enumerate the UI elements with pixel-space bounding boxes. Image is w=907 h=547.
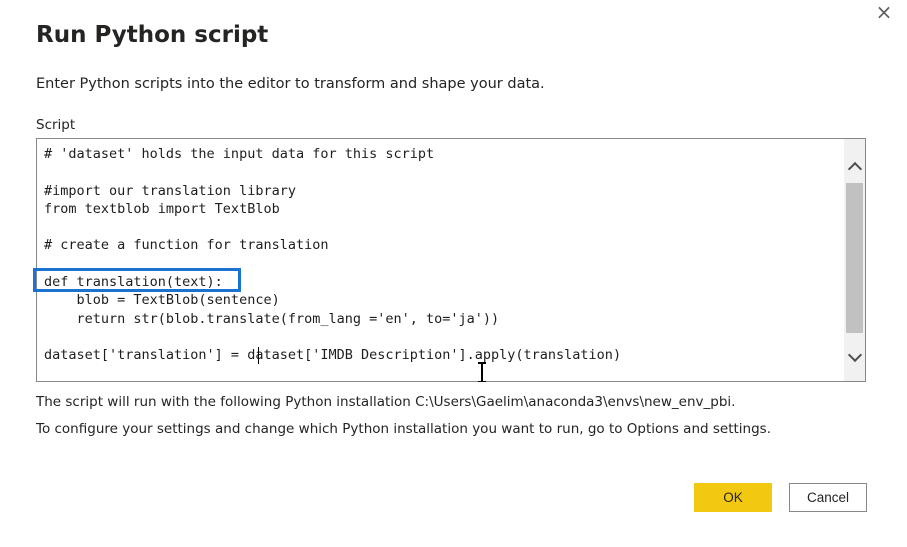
scroll-thumb[interactable] xyxy=(846,183,863,333)
scroll-up-chevron-icon[interactable] xyxy=(844,157,865,179)
dialog-title: Run Python script xyxy=(36,22,269,48)
script-editor[interactable]: # 'dataset' holds the input data for thi… xyxy=(36,138,866,382)
configure-settings-info: To configure your settings and change wh… xyxy=(36,421,771,437)
code-line: #import our translation library xyxy=(44,182,296,199)
text-caret xyxy=(258,347,259,364)
code-line: from textblob import TextBlob xyxy=(44,200,280,217)
python-installation-info: The script will run with the following P… xyxy=(36,394,736,410)
code-line: blob = TextBlob(sentence) xyxy=(44,292,280,309)
close-icon[interactable]: × xyxy=(873,2,895,24)
code-line: def translation(text): xyxy=(44,274,223,291)
code-line: dataset['translation'] = dataset['IMDB D… xyxy=(44,347,622,364)
editor-scrollbar[interactable] xyxy=(844,139,865,381)
code-line: return str(blob.translate(from_lang ='en… xyxy=(44,310,500,327)
ok-button[interactable]: OK xyxy=(694,483,772,512)
script-label: Script xyxy=(36,117,76,133)
cancel-button[interactable]: Cancel xyxy=(789,483,867,512)
scroll-down-chevron-icon[interactable] xyxy=(844,345,865,367)
code-line: # create a function for translation xyxy=(44,237,329,254)
run-python-script-dialog: × Run Python script Enter Python scripts… xyxy=(0,0,907,547)
code-line: # 'dataset' holds the input data for thi… xyxy=(44,146,435,162)
dialog-subtitle: Enter Python scripts into the editor to … xyxy=(36,76,545,92)
code-area[interactable]: # 'dataset' holds the input data for thi… xyxy=(44,145,843,381)
